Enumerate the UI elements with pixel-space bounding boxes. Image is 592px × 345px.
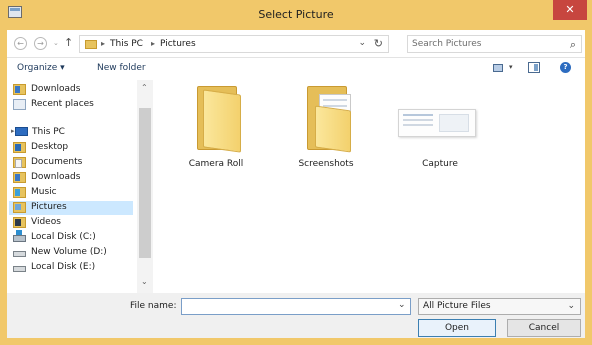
change-view-icon[interactable] bbox=[493, 64, 503, 72]
scroll-up-icon[interactable]: ⌃ bbox=[141, 83, 148, 92]
preview-pane-icon[interactable] bbox=[528, 62, 540, 73]
videos-icon bbox=[13, 217, 26, 228]
search-icon[interactable]: ⌕ bbox=[570, 38, 576, 52]
folder-icon bbox=[193, 86, 247, 153]
folder-icon bbox=[85, 40, 97, 49]
file-item-camera-roll[interactable]: Camera Roll bbox=[171, 84, 261, 180]
documents-icon bbox=[13, 157, 26, 168]
tree-item-videos[interactable]: Videos bbox=[13, 216, 133, 230]
tree-item-downloads[interactable]: Downloads bbox=[13, 83, 133, 97]
new-folder-button[interactable]: New folder bbox=[97, 63, 146, 73]
drive-icon bbox=[13, 266, 26, 272]
tree-item-local-disk-c[interactable]: Local Disk (C:) bbox=[13, 230, 133, 245]
cancel-button[interactable]: Cancel bbox=[507, 319, 581, 337]
tree-item-label: Desktop bbox=[31, 142, 69, 152]
computer-icon bbox=[15, 127, 28, 136]
view-options-dropdown[interactable]: ▾ bbox=[509, 63, 513, 71]
scrollbar-thumb[interactable] bbox=[139, 108, 151, 258]
window-title: Select Picture bbox=[258, 8, 334, 21]
file-list[interactable]: Camera Roll Screenshots Capture bbox=[153, 80, 585, 293]
tree-item-music[interactable]: Music bbox=[13, 186, 133, 200]
search-input[interactable] bbox=[412, 38, 562, 50]
drive-icon bbox=[13, 251, 26, 257]
folder-icon bbox=[303, 86, 357, 153]
open-button[interactable]: Open bbox=[418, 319, 496, 337]
refresh-icon[interactable]: ↻ bbox=[374, 37, 383, 50]
disk-icon bbox=[13, 230, 26, 242]
file-type-select[interactable]: All Picture Files ⌄ bbox=[418, 298, 581, 315]
file-type-dropdown-icon[interactable]: ⌄ bbox=[567, 301, 575, 311]
tree-item-label: Pictures bbox=[31, 202, 67, 212]
tree-item-label: Documents bbox=[31, 157, 83, 167]
command-bar: Organize ▾ New folder ▾ ? bbox=[7, 58, 585, 80]
dialog-footer: File name: ⌄ All Picture Files ⌄ Open Ca… bbox=[7, 293, 585, 338]
tree-item-label: Downloads bbox=[31, 172, 81, 182]
navigation-bar: ← → ⌄ ↑ ▸ This PC ▸ Pictures ⌄ ↻ ⌕ bbox=[7, 30, 585, 58]
tree-item-recent-places[interactable]: Recent places bbox=[13, 98, 133, 112]
tree-item-downloads[interactable]: Downloads bbox=[13, 171, 133, 185]
up-button[interactable]: ↑ bbox=[64, 36, 73, 49]
desktop-icon bbox=[13, 142, 26, 153]
file-item-label: Camera Roll bbox=[188, 159, 244, 169]
tree-item-label: Music bbox=[31, 187, 57, 197]
help-icon[interactable]: ? bbox=[560, 62, 571, 73]
tree-item-label: Local Disk (E:) bbox=[31, 262, 96, 272]
breadcrumb-separator[interactable]: ▸ bbox=[101, 39, 105, 48]
file-name-label: File name: bbox=[130, 301, 177, 311]
tree-item-label: Downloads bbox=[31, 84, 81, 94]
title-bar: Select Picture ✕ bbox=[0, 0, 592, 30]
tree-item-pictures[interactable]: Pictures bbox=[9, 201, 133, 215]
back-button[interactable]: ← bbox=[14, 37, 27, 50]
expand-icon[interactable]: ▸ bbox=[11, 127, 15, 135]
search-box[interactable]: ⌕ bbox=[407, 35, 582, 53]
breadcrumb-this-pc[interactable]: This PC bbox=[110, 39, 143, 49]
breadcrumb-separator[interactable]: ▸ bbox=[151, 39, 155, 48]
tree-item-documents[interactable]: Documents bbox=[13, 156, 133, 170]
recent-locations-dropdown[interactable]: ⌄ bbox=[53, 39, 59, 47]
file-item-capture[interactable]: Capture bbox=[390, 84, 490, 180]
tree-item-label: Videos bbox=[31, 217, 61, 227]
tree-item-label: New Volume (D:) bbox=[31, 247, 107, 257]
file-type-value: All Picture Files bbox=[423, 301, 491, 311]
tree-item-desktop[interactable]: Desktop bbox=[13, 141, 133, 155]
file-item-label: Capture bbox=[422, 159, 458, 169]
pictures-icon bbox=[13, 202, 26, 213]
forward-button[interactable]: → bbox=[34, 37, 47, 50]
navigation-pane[interactable]: Downloads Recent places ▸ This PC Deskto… bbox=[7, 80, 153, 293]
breadcrumb-pictures[interactable]: Pictures bbox=[160, 39, 196, 49]
file-name-dropdown-icon[interactable]: ⌄ bbox=[398, 300, 406, 310]
dialog-body: ← → ⌄ ↑ ▸ This PC ▸ Pictures ⌄ ↻ ⌕ Organ… bbox=[7, 30, 585, 338]
file-name-input[interactable] bbox=[181, 298, 411, 315]
music-icon bbox=[13, 187, 26, 198]
tree-item-new-volume-d[interactable]: New Volume (D:) bbox=[13, 246, 137, 260]
tree-item-local-disk-e[interactable]: Local Disk (E:) bbox=[13, 261, 133, 275]
file-item-label: Screenshots bbox=[298, 159, 354, 169]
recent-places-icon bbox=[13, 99, 26, 110]
file-item-screenshots[interactable]: Screenshots bbox=[281, 84, 371, 180]
tree-item-label: This PC bbox=[32, 127, 65, 137]
tree-item-label: Recent places bbox=[31, 99, 94, 109]
tree-item-label: Local Disk (C:) bbox=[31, 232, 96, 242]
tree-item-this-pc[interactable]: ▸ This PC bbox=[7, 126, 133, 140]
address-dropdown-icon[interactable]: ⌄ bbox=[358, 38, 366, 48]
image-thumbnail bbox=[398, 109, 476, 137]
organize-button[interactable]: Organize ▾ bbox=[17, 63, 65, 73]
address-bar[interactable]: ▸ This PC ▸ Pictures ⌄ ↻ bbox=[79, 35, 389, 53]
scroll-down-icon[interactable]: ⌄ bbox=[141, 277, 148, 286]
navigation-scrollbar[interactable]: ⌃ ⌄ bbox=[137, 80, 153, 293]
close-button[interactable]: ✕ bbox=[553, 0, 587, 20]
downloads-icon bbox=[13, 84, 26, 95]
downloads-icon bbox=[13, 172, 26, 183]
